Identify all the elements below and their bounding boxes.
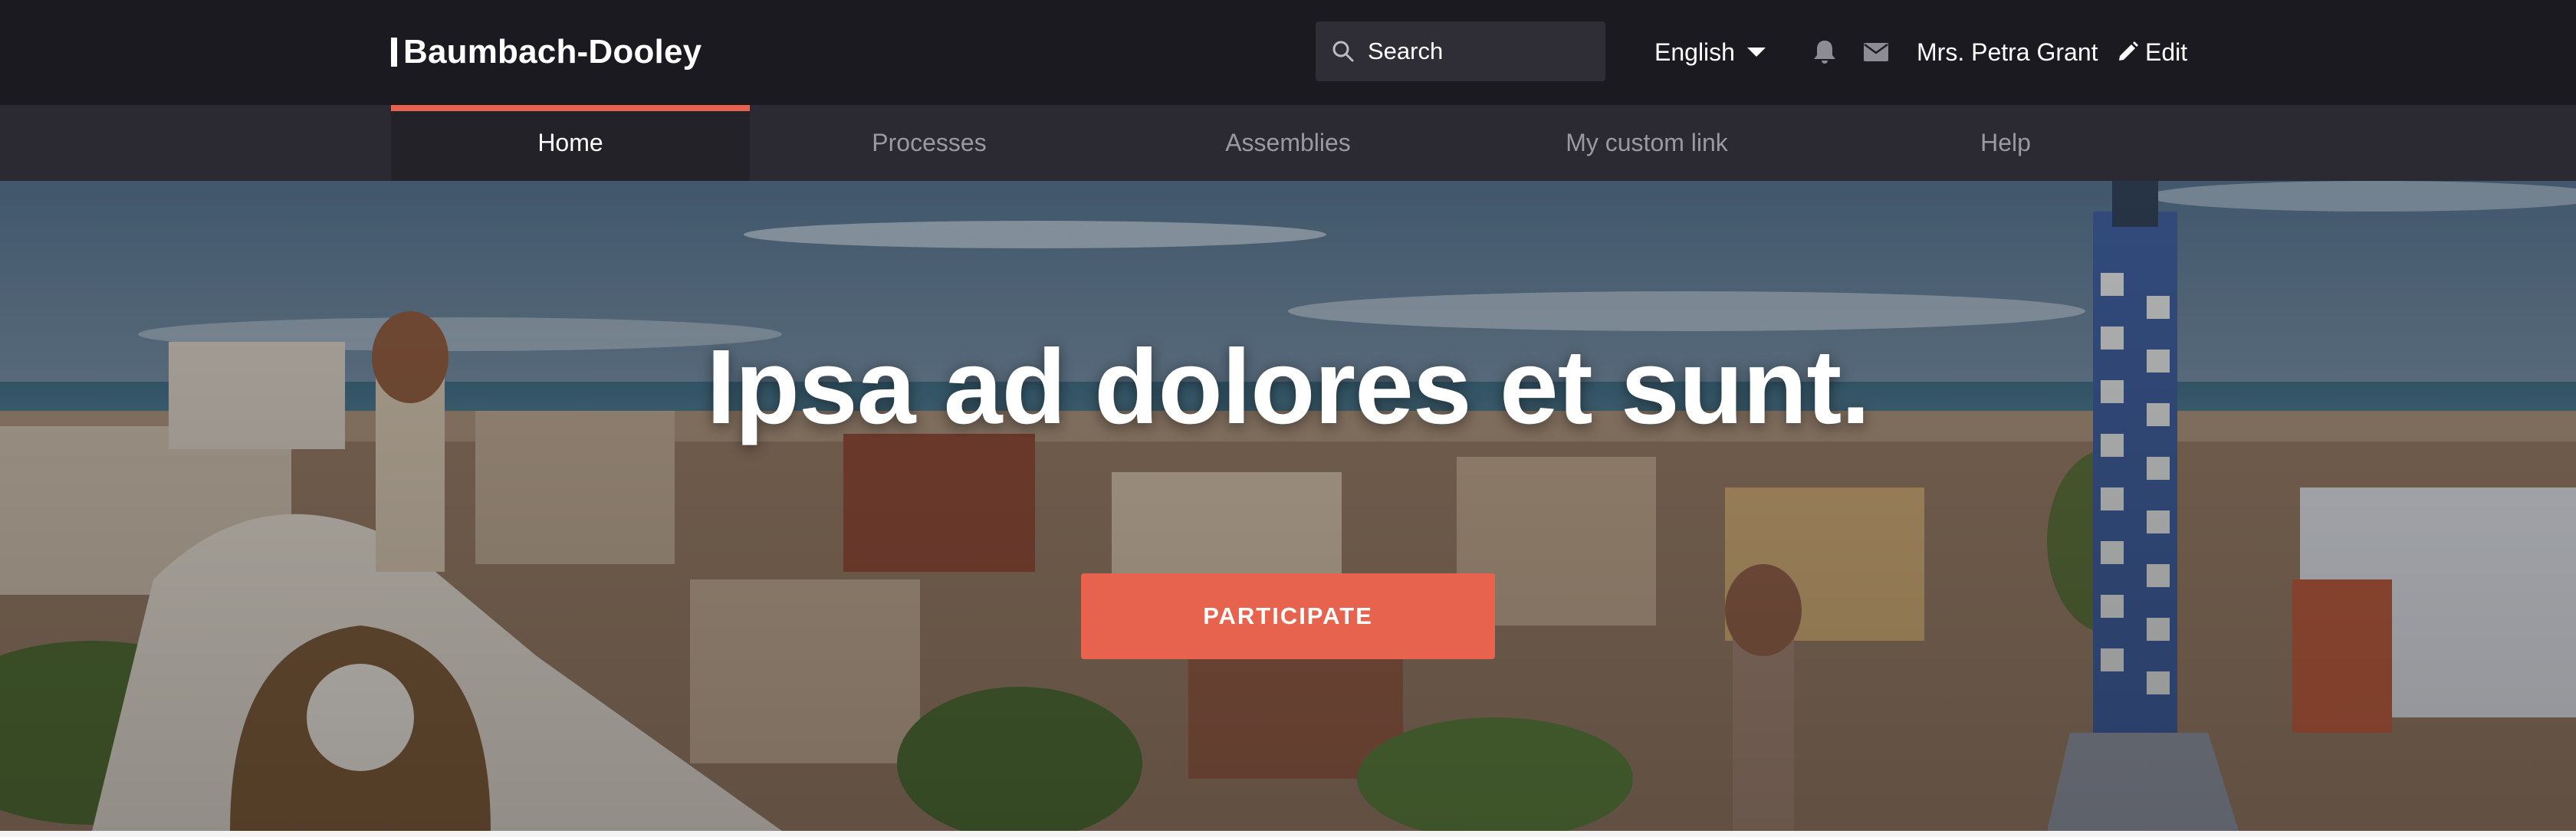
edit-label: Edit: [2145, 38, 2188, 66]
brand-mark: [391, 38, 397, 67]
nav-item-help[interactable]: Help: [1826, 105, 2185, 181]
nav-item-processes[interactable]: Processes: [750, 105, 1109, 181]
user-name: Mrs. Petra Grant: [1917, 38, 2098, 66]
chevron-down-icon: [1746, 48, 1766, 57]
search-input[interactable]: [1368, 38, 1598, 65]
hero-title: Ipsa ad dolores et sunt.: [706, 328, 1870, 446]
search-icon: [1332, 41, 1354, 62]
participate-button[interactable]: PARTICIPATE: [1081, 573, 1495, 659]
edit-button[interactable]: Edit: [2116, 31, 2187, 74]
top-bar: Baumbach-Dooley English Mrs. Petra Grant…: [0, 0, 2576, 105]
nav-items: Home Processes Assemblies My custom link…: [391, 105, 2185, 181]
hero-banner: Ipsa ad dolores et sunt. PARTICIPATE: [0, 181, 2576, 831]
search-box[interactable]: [1316, 21, 1605, 81]
nav-item-my-custom-link[interactable]: My custom link: [1467, 105, 1826, 181]
pencil-icon: [2119, 41, 2138, 61]
brand-name: Baumbach-Dooley: [403, 33, 702, 71]
nav-item-assemblies[interactable]: Assemblies: [1109, 105, 1467, 181]
bell-icon[interactable]: [1812, 38, 1837, 66]
brand-logo-link[interactable]: Baumbach-Dooley: [391, 31, 702, 74]
language-label: English: [1654, 38, 1735, 66]
user-menu[interactable]: Mrs. Petra Grant: [1917, 31, 2098, 74]
language-selector[interactable]: English: [1654, 31, 1766, 74]
main-nav: Home Processes Assemblies My custom link…: [0, 105, 2576, 181]
hero-background-image: [0, 181, 2576, 831]
mail-icon[interactable]: [1863, 41, 1889, 63]
nav-item-home[interactable]: Home: [391, 105, 750, 181]
divider: [0, 831, 2576, 837]
